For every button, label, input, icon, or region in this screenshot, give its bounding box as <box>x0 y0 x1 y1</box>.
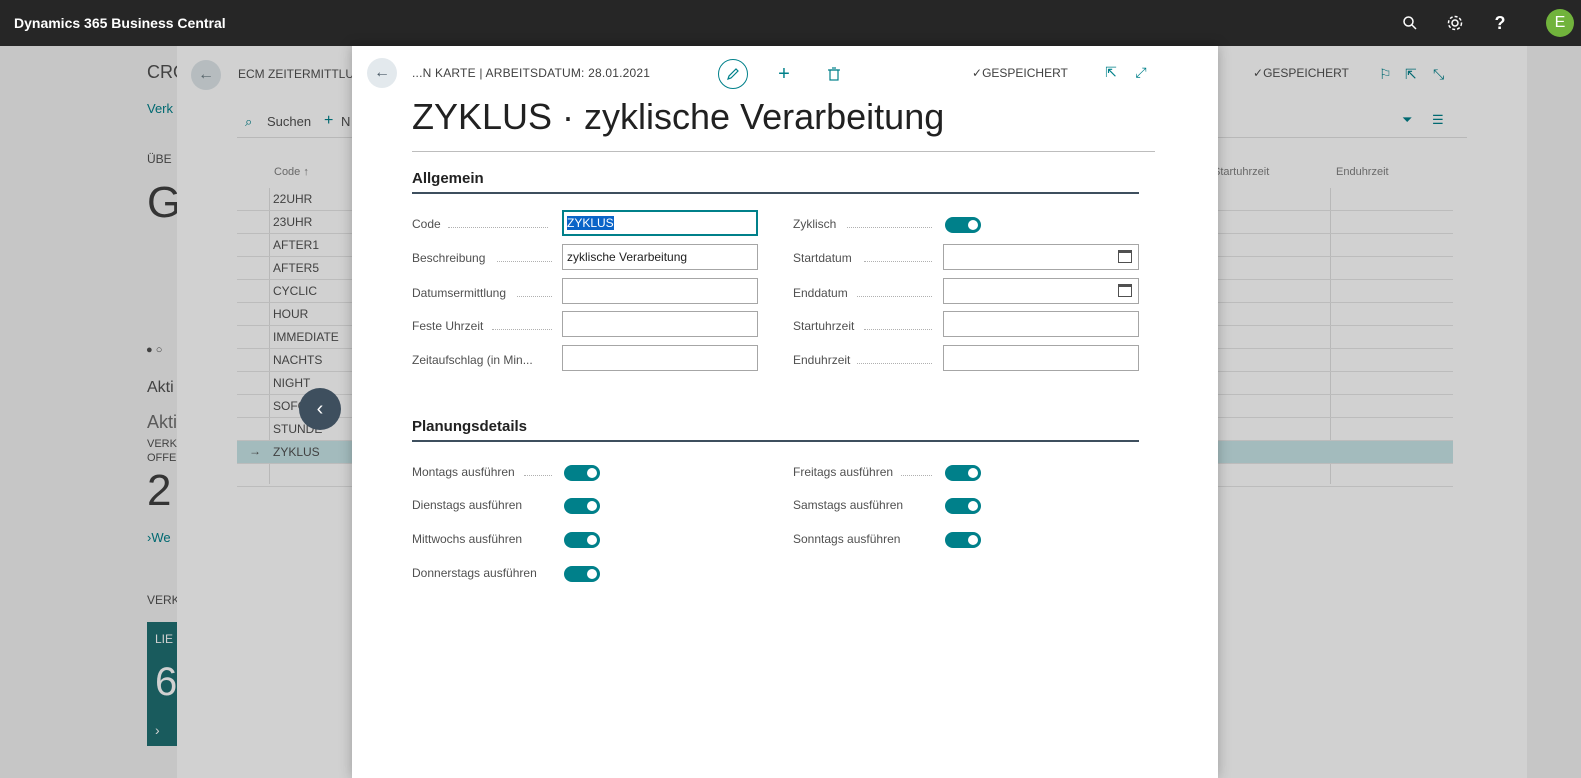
sunday-label: Sonntags ausführen <box>793 532 901 546</box>
leader-dots <box>847 227 932 228</box>
pencil-icon[interactable] <box>718 59 748 89</box>
share-icon[interactable]: ⇱ <box>1102 63 1120 81</box>
fixed-time-label: Feste Uhrzeit <box>412 319 484 333</box>
leader-dots <box>497 261 552 262</box>
code-label: Code <box>412 217 441 231</box>
start-date-label: Startdatum <box>793 251 852 265</box>
description-field[interactable]: zyklische Verarbeitung <box>562 244 758 270</box>
start-time-label: Startuhrzeit <box>793 319 855 333</box>
card-page: ← ...N KARTE | ARBEITSDATUM: 28.01.2021 … <box>352 46 1218 778</box>
date-calculation-field[interactable] <box>562 278 758 304</box>
plus-icon[interactable]: + <box>769 59 799 89</box>
calendar-icon[interactable] <box>1118 284 1132 297</box>
description-label: Beschreibung <box>412 251 486 265</box>
cyclic-label: Zyklisch <box>793 217 837 231</box>
arrow-left-icon[interactable]: ← <box>367 58 397 88</box>
start-date-field[interactable] <box>943 244 1139 270</box>
leader-dots <box>857 363 932 364</box>
end-time-label: Enduhrzeit <box>793 353 851 367</box>
calendar-icon[interactable] <box>1118 250 1132 263</box>
chevron-left-icon[interactable]: ‹ <box>299 388 341 430</box>
page-title: ZYKLUS · zyklische Verarbeitung <box>412 96 945 137</box>
section-general-heading[interactable]: Allgemein <box>412 170 484 187</box>
search-icon[interactable] <box>1398 11 1422 35</box>
end-date-field[interactable] <box>943 278 1139 304</box>
sunday-toggle[interactable] <box>945 532 981 548</box>
thursday-toggle[interactable] <box>564 566 600 582</box>
app-bar: Dynamics 365 Business Central ? E <box>0 0 1581 46</box>
date-calculation-label: Datumsermittlung <box>412 286 507 300</box>
help-icon[interactable]: ? <box>1488 11 1512 35</box>
leader-dots <box>517 296 552 297</box>
avatar[interactable]: E <box>1546 9 1574 37</box>
title-divider <box>412 151 1155 152</box>
trash-icon[interactable] <box>819 59 849 89</box>
section-divider <box>412 192 1139 194</box>
leader-dots <box>492 329 552 330</box>
fixed-time-field[interactable] <box>562 311 758 337</box>
tuesday-toggle[interactable] <box>564 498 600 514</box>
start-time-field[interactable] <box>943 311 1139 337</box>
leader-dots <box>857 296 932 297</box>
tuesday-label: Dienstags ausführen <box>412 498 523 512</box>
leader-dots <box>448 227 548 228</box>
saturday-toggle[interactable] <box>945 498 981 514</box>
wednesday-label: Mittwochs ausführen <box>412 532 523 546</box>
section-planning-heading[interactable]: Planungsdetails <box>412 418 527 435</box>
leader-dots <box>901 475 932 476</box>
thursday-label: Donnerstags ausführen <box>412 566 537 580</box>
code-field[interactable]: ZYKLUS <box>562 210 758 236</box>
end-time-field[interactable] <box>943 345 1139 371</box>
gear-icon[interactable] <box>1443 11 1467 35</box>
breadcrumb: ...N KARTE | ARBEITSDATUM: 28.01.2021 <box>412 66 651 80</box>
app-title[interactable]: Dynamics 365 Business Central <box>14 15 226 31</box>
monday-toggle[interactable] <box>564 465 600 481</box>
leader-dots <box>524 475 552 476</box>
monday-label: Montags ausführen <box>412 465 515 479</box>
friday-toggle[interactable] <box>945 465 981 481</box>
saturday-label: Samstags ausführen <box>793 498 904 512</box>
leader-dots <box>864 261 932 262</box>
saved-status: ✓GESPEICHERT <box>972 66 1068 80</box>
wednesday-toggle[interactable] <box>564 532 600 548</box>
time-surcharge-field[interactable] <box>562 345 758 371</box>
cyclic-toggle[interactable] <box>945 217 981 233</box>
section-divider <box>412 440 1139 442</box>
time-surcharge-label: Zeitaufschlag (in Min... <box>412 353 533 367</box>
friday-label: Freitags ausführen <box>793 465 894 479</box>
leader-dots <box>864 329 932 330</box>
check-icon: ✓ <box>972 66 983 80</box>
end-date-label: Enddatum <box>793 286 848 300</box>
expand-icon[interactable]: ⤢ <box>1132 63 1150 81</box>
